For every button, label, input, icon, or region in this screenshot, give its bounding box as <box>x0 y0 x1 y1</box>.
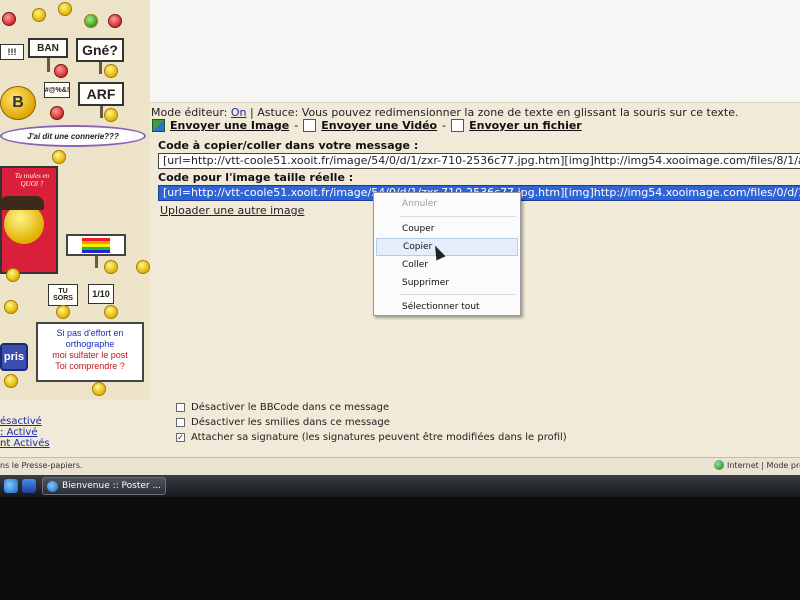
file-icon <box>451 119 465 132</box>
menu-item-coller[interactable]: Coller <box>376 256 518 274</box>
menu-item-copier[interactable]: Copier <box>376 238 518 256</box>
send-file-link[interactable]: Envoyer un fichier <box>469 119 582 132</box>
status-text: ns le Presse-papiers. <box>0 461 83 470</box>
smiley-green-icon[interactable] <box>84 14 98 28</box>
smiley-pris-sign[interactable]: pris <box>0 343 28 371</box>
taskbar-window-button[interactable]: Bienvenue :: Poster ... <box>42 477 166 495</box>
ortho-line-1: Si pas d'effort en orthographe <box>56 328 124 349</box>
message-options: Désactiver le BBCode dans ce message Dés… <box>176 400 567 445</box>
smiley-small-icon[interactable] <box>52 150 66 164</box>
menu-separator <box>400 294 516 295</box>
copy-code-label: Code à copier/coller dans votre message … <box>158 139 419 152</box>
message-textarea[interactable] <box>150 0 800 103</box>
smiley-hand-icon[interactable] <box>6 268 20 282</box>
smiley-rainbow-face-icon <box>104 260 118 274</box>
editor-mode-line: Mode éditeur: On | Astuce: Vous pouvez r… <box>151 106 739 119</box>
smiley-sword-icon[interactable] <box>4 300 18 314</box>
smiley-arf-face-icon <box>104 108 118 122</box>
editor-mode-label: Mode éditeur: <box>151 106 228 119</box>
option-label: Désactiver les smilies dans ce message <box>191 417 390 428</box>
link-separator: - <box>442 119 447 132</box>
smiley-connerie-bubble[interactable]: J'ai dit une connerie??? <box>0 125 146 147</box>
smiley-angry-icon[interactable] <box>108 14 122 28</box>
internet-explorer-icon[interactable] <box>4 479 18 493</box>
smiley-tusors-sign[interactable]: TU SORS <box>48 284 78 306</box>
smiley-tusors-face-icon <box>56 305 70 319</box>
menu-item-supprimer[interactable]: Supprimer <box>376 274 518 292</box>
smiley-b-icon[interactable]: B <box>0 86 36 120</box>
upload-links: Envoyer une Image - Envoyer une Vidéo - … <box>152 119 582 132</box>
option-attach-signature[interactable]: ✓ Attacher sa signature (les signatures … <box>176 430 567 445</box>
smiley-hat-face-icon <box>4 204 44 244</box>
signature-status-link[interactable]: Activés <box>13 438 49 449</box>
option-disable-bbcode[interactable]: Désactiver le BBCode dans ce message <box>176 400 567 415</box>
signature-status-line: nt Activés <box>0 438 60 449</box>
smiley-gne-sign[interactable]: Gné? <box>76 38 124 62</box>
ortho-line-2: moi sulfater le post <box>52 350 128 360</box>
smilies-status-line: : Activé <box>0 427 60 438</box>
checkbox-disable-smilies[interactable] <box>176 418 185 427</box>
browser-viewport: !!! BAN Gné? B #@%&! ARF J'ai dit une co… <box>0 0 800 475</box>
smiley-ban-sign[interactable]: BAN <box>28 38 68 58</box>
globe-icon <box>714 460 724 470</box>
send-image-link[interactable]: Envoyer une Image <box>170 119 289 132</box>
checkbox-disable-bbcode[interactable] <box>176 403 185 412</box>
upload-another-image-link[interactable]: Uploader une autre image <box>160 204 304 217</box>
video-icon <box>303 119 317 132</box>
smiley-swear-sign[interactable]: #@%&! <box>44 82 70 98</box>
sign-pole <box>47 58 50 72</box>
smiley-red-icon[interactable] <box>2 12 16 26</box>
menu-separator <box>400 216 516 217</box>
rainbow-flag-sign[interactable] <box>66 234 126 256</box>
smiley-ban-face-icon <box>54 64 68 78</box>
smiley-quoi-card[interactable]: Tu roules en QUOI ? <box>0 166 58 274</box>
option-disable-smilies[interactable]: Désactiver les smilies dans ce message <box>176 415 567 430</box>
option-label: Attacher sa signature (les signatures pe… <box>191 432 567 443</box>
hat-icon <box>0 196 44 210</box>
smiley-sign-icon[interactable] <box>58 2 72 16</box>
smiley-score-sign[interactable]: 1/10 <box>88 284 114 304</box>
context-menu: Annuler Couper Copier Coller Supprimer S… <box>373 192 521 316</box>
menu-item-selectionner-tout[interactable]: Sélectionner tout <box>376 298 518 316</box>
media-player-icon[interactable] <box>22 479 36 493</box>
editor-tip: | Astuce: Vous pouvez redimensionner la … <box>246 106 739 119</box>
signature-status-prefix: nt <box>0 438 14 449</box>
smiley-swear-face-icon <box>50 106 64 120</box>
options-status-links: ésactivé : Activé nt Activés <box>0 416 60 449</box>
send-video-link[interactable]: Envoyer une Vidéo <box>321 119 437 132</box>
smiley-ortho-face-icon <box>92 382 106 396</box>
sign-pole <box>100 106 103 118</box>
taskbar-window-title: Bienvenue :: Poster ... <box>62 481 162 491</box>
link-separator: - <box>294 119 299 132</box>
ie-window-icon <box>47 480 58 492</box>
smiley-orthographe-sign[interactable]: Si pas d'effort en orthographe moi sulfa… <box>36 322 144 382</box>
menu-item-couper[interactable]: Couper <box>376 220 518 238</box>
code-message-field[interactable]: [url=http://vtt-coole51.xooit.fr/image/5… <box>158 153 800 169</box>
smiley-gne-face-icon <box>104 64 118 78</box>
ortho-line-3: Toi comprendre ? <box>55 361 125 371</box>
smiley-arf-sign[interactable]: ARF <box>78 82 124 106</box>
smiley-waving-icon[interactable] <box>32 8 46 22</box>
smiley-exclaim-sign[interactable]: !!! <box>0 44 24 60</box>
checkbox-attach-signature[interactable]: ✓ <box>176 433 185 442</box>
menu-item-annuler[interactable]: Annuler <box>376 195 518 213</box>
smiley-quoi-text: Tu roules en QUOI ? <box>14 172 50 188</box>
real-size-code-label: Code pour l'image taille réelle : <box>158 171 354 184</box>
smilies-status-link[interactable]: Activé <box>7 427 38 438</box>
smilies-panel: !!! BAN Gné? B #@%&! ARF J'ai dit une co… <box>0 0 150 400</box>
smiley-pris-face-icon <box>4 374 18 388</box>
browser-status-bar: ns le Presse-papiers. Internet | Mode pr… <box>0 457 800 475</box>
smiley-score-face-icon <box>104 305 118 319</box>
security-zone-label: Internet | Mode prot <box>727 460 800 470</box>
editor-mode-toggle[interactable]: On <box>231 106 247 119</box>
image-icon <box>152 119 165 132</box>
sign-pole <box>95 256 98 268</box>
security-zone[interactable]: Internet | Mode prot <box>714 460 800 470</box>
option-label: Désactiver le BBCode dans ce message <box>191 402 390 413</box>
smiley-wink-icon[interactable] <box>136 260 150 274</box>
sign-pole <box>99 62 102 74</box>
taskbar: Bienvenue :: Poster ... <box>0 475 800 497</box>
bbcode-status-link[interactable]: ésactivé <box>0 416 60 427</box>
